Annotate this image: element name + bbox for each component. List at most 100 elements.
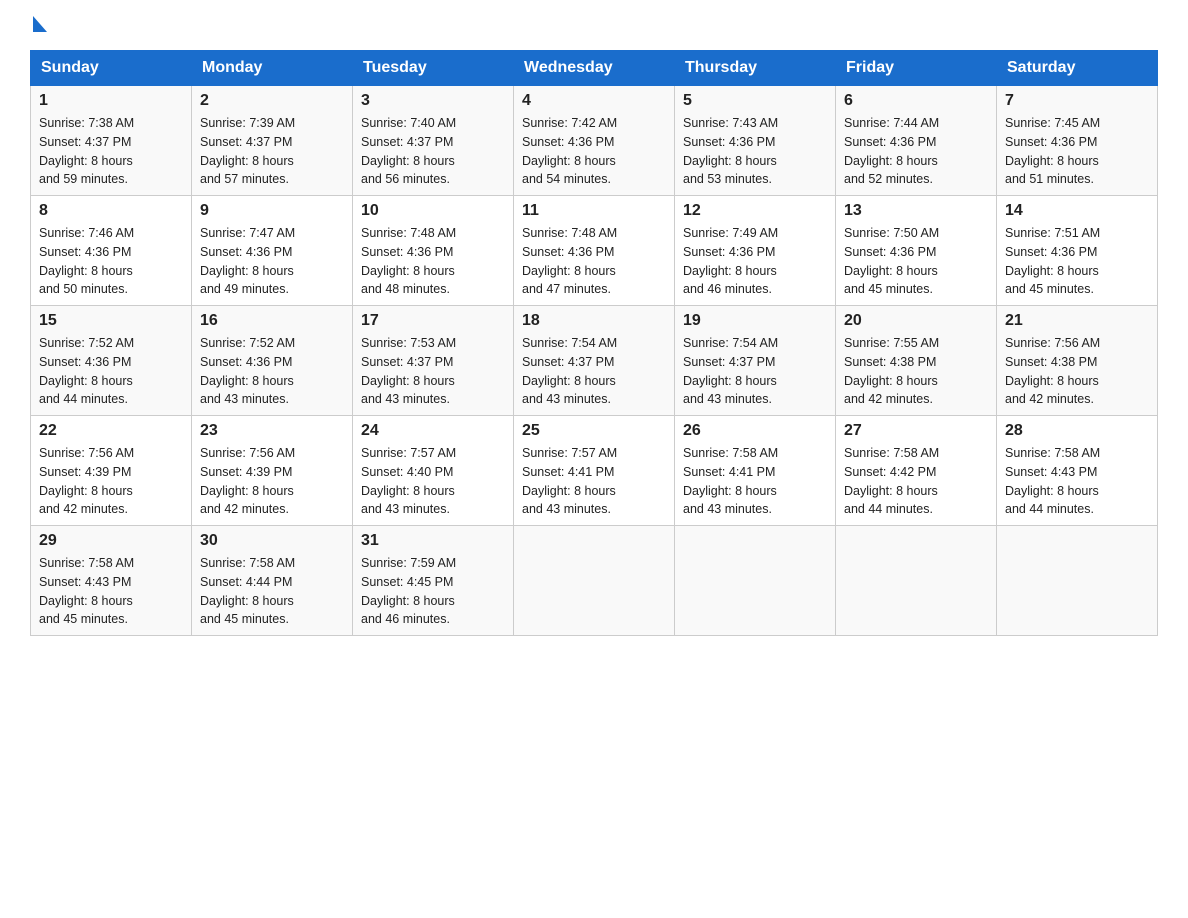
- day-info: Sunrise: 7:40 AMSunset: 4:37 PMDaylight:…: [361, 114, 505, 189]
- day-number: 25: [522, 422, 666, 440]
- day-number: 2: [200, 92, 344, 110]
- calendar-week-row: 15 Sunrise: 7:52 AMSunset: 4:36 PMDayligh…: [31, 306, 1158, 416]
- day-info: Sunrise: 7:58 AMSunset: 4:41 PMDaylight:…: [683, 444, 827, 519]
- day-info: Sunrise: 7:56 AMSunset: 4:39 PMDaylight:…: [200, 444, 344, 519]
- day-number: 5: [683, 92, 827, 110]
- day-info: Sunrise: 7:50 AMSunset: 4:36 PMDaylight:…: [844, 224, 988, 299]
- logo-line1: [30, 20, 47, 36]
- calendar-cell: 22 Sunrise: 7:56 AMSunset: 4:39 PMDayligh…: [31, 416, 192, 526]
- calendar-cell: [997, 526, 1158, 636]
- day-number: 18: [522, 312, 666, 330]
- day-number: 4: [522, 92, 666, 110]
- calendar-cell: 28 Sunrise: 7:58 AMSunset: 4:43 PMDayligh…: [997, 416, 1158, 526]
- calendar-cell: 30 Sunrise: 7:58 AMSunset: 4:44 PMDayligh…: [192, 526, 353, 636]
- calendar-cell: 26 Sunrise: 7:58 AMSunset: 4:41 PMDayligh…: [675, 416, 836, 526]
- day-number: 6: [844, 92, 988, 110]
- day-info: Sunrise: 7:39 AMSunset: 4:37 PMDaylight:…: [200, 114, 344, 189]
- day-info: Sunrise: 7:56 AMSunset: 4:38 PMDaylight:…: [1005, 334, 1149, 409]
- day-number: 14: [1005, 202, 1149, 220]
- day-number: 27: [844, 422, 988, 440]
- calendar-header-row: SundayMondayTuesdayWednesdayThursdayFrid…: [31, 51, 1158, 86]
- day-info: Sunrise: 7:49 AMSunset: 4:36 PMDaylight:…: [683, 224, 827, 299]
- day-info: Sunrise: 7:47 AMSunset: 4:36 PMDaylight:…: [200, 224, 344, 299]
- day-number: 20: [844, 312, 988, 330]
- day-info: Sunrise: 7:52 AMSunset: 4:36 PMDaylight:…: [39, 334, 183, 409]
- day-number: 8: [39, 202, 183, 220]
- day-info: Sunrise: 7:58 AMSunset: 4:44 PMDaylight:…: [200, 554, 344, 629]
- header-friday: Friday: [836, 51, 997, 86]
- day-info: Sunrise: 7:46 AMSunset: 4:36 PMDaylight:…: [39, 224, 183, 299]
- day-number: 31: [361, 532, 505, 550]
- calendar-week-row: 29Sunrise: 7:58 AMSunset: 4:43 PMDayligh…: [31, 526, 1158, 636]
- day-number: 7: [1005, 92, 1149, 110]
- header-monday: Monday: [192, 51, 353, 86]
- day-info: Sunrise: 7:56 AMSunset: 4:39 PMDaylight:…: [39, 444, 183, 519]
- day-info: Sunrise: 7:52 AMSunset: 4:36 PMDaylight:…: [200, 334, 344, 409]
- calendar-cell: 6 Sunrise: 7:44 AMSunset: 4:36 PMDaylight…: [836, 86, 997, 196]
- calendar-cell: 15 Sunrise: 7:52 AMSunset: 4:36 PMDayligh…: [31, 306, 192, 416]
- day-number: 16: [200, 312, 344, 330]
- calendar-cell: 20 Sunrise: 7:55 AMSunset: 4:38 PMDayligh…: [836, 306, 997, 416]
- calendar-cell: 25 Sunrise: 7:57 AMSunset: 4:41 PMDayligh…: [514, 416, 675, 526]
- day-info: Sunrise: 7:58 AMSunset: 4:42 PMDaylight:…: [844, 444, 988, 519]
- day-number: 13: [844, 202, 988, 220]
- day-info: Sunrise: 7:45 AMSunset: 4:36 PMDaylight:…: [1005, 114, 1149, 189]
- day-info: Sunrise: 7:54 AMSunset: 4:37 PMDaylight:…: [683, 334, 827, 409]
- day-number: 22: [39, 422, 183, 440]
- day-number: 30: [200, 532, 344, 550]
- header-saturday: Saturday: [997, 51, 1158, 86]
- calendar-cell: 27 Sunrise: 7:58 AMSunset: 4:42 PMDayligh…: [836, 416, 997, 526]
- calendar-cell: [836, 526, 997, 636]
- calendar-cell: 8 Sunrise: 7:46 AMSunset: 4:36 PMDaylight…: [31, 196, 192, 306]
- day-number: 26: [683, 422, 827, 440]
- day-number: 11: [522, 202, 666, 220]
- calendar-cell: 24 Sunrise: 7:57 AMSunset: 4:40 PMDayligh…: [353, 416, 514, 526]
- day-info: Sunrise: 7:57 AMSunset: 4:41 PMDaylight:…: [522, 444, 666, 519]
- logo: [30, 20, 47, 30]
- day-info: Sunrise: 7:59 AMSunset: 4:45 PMDaylight:…: [361, 554, 505, 629]
- day-number: 28: [1005, 422, 1149, 440]
- day-number: 24: [361, 422, 505, 440]
- day-number: 17: [361, 312, 505, 330]
- calendar-cell: 17 Sunrise: 7:53 AMSunset: 4:37 PMDayligh…: [353, 306, 514, 416]
- calendar-cell: 1Sunrise: 7:38 AMSunset: 4:37 PMDaylight…: [31, 86, 192, 196]
- day-info: Sunrise: 7:57 AMSunset: 4:40 PMDaylight:…: [361, 444, 505, 519]
- day-info: Sunrise: 7:48 AMSunset: 4:36 PMDaylight:…: [522, 224, 666, 299]
- calendar-week-row: 8 Sunrise: 7:46 AMSunset: 4:36 PMDaylight…: [31, 196, 1158, 306]
- day-info: Sunrise: 7:53 AMSunset: 4:37 PMDaylight:…: [361, 334, 505, 409]
- day-info: Sunrise: 7:44 AMSunset: 4:36 PMDaylight:…: [844, 114, 988, 189]
- day-number: 21: [1005, 312, 1149, 330]
- day-number: 15: [39, 312, 183, 330]
- calendar-week-row: 22 Sunrise: 7:56 AMSunset: 4:39 PMDayligh…: [31, 416, 1158, 526]
- calendar-cell: 19Sunrise: 7:54 AMSunset: 4:37 PMDayligh…: [675, 306, 836, 416]
- calendar-cell: 9 Sunrise: 7:47 AMSunset: 4:36 PMDaylight…: [192, 196, 353, 306]
- day-number: 9: [200, 202, 344, 220]
- day-number: 29: [39, 532, 183, 550]
- calendar-table: SundayMondayTuesdayWednesdayThursdayFrid…: [30, 50, 1158, 636]
- calendar-cell: 12 Sunrise: 7:49 AMSunset: 4:36 PMDayligh…: [675, 196, 836, 306]
- calendar-cell: 29Sunrise: 7:58 AMSunset: 4:43 PMDayligh…: [31, 526, 192, 636]
- calendar-cell: 18 Sunrise: 7:54 AMSunset: 4:37 PMDayligh…: [514, 306, 675, 416]
- day-number: 12: [683, 202, 827, 220]
- calendar-cell: [514, 526, 675, 636]
- calendar-cell: 14 Sunrise: 7:51 AMSunset: 4:36 PMDayligh…: [997, 196, 1158, 306]
- calendar-cell: [675, 526, 836, 636]
- calendar-cell: 4 Sunrise: 7:42 AMSunset: 4:36 PMDaylight…: [514, 86, 675, 196]
- calendar-cell: 16 Sunrise: 7:52 AMSunset: 4:36 PMDayligh…: [192, 306, 353, 416]
- calendar-cell: 3Sunrise: 7:40 AMSunset: 4:37 PMDaylight…: [353, 86, 514, 196]
- calendar-cell: 23 Sunrise: 7:56 AMSunset: 4:39 PMDayligh…: [192, 416, 353, 526]
- header-wednesday: Wednesday: [514, 51, 675, 86]
- calendar-cell: 21 Sunrise: 7:56 AMSunset: 4:38 PMDayligh…: [997, 306, 1158, 416]
- day-info: Sunrise: 7:51 AMSunset: 4:36 PMDaylight:…: [1005, 224, 1149, 299]
- day-number: 23: [200, 422, 344, 440]
- day-info: Sunrise: 7:38 AMSunset: 4:37 PMDaylight:…: [39, 114, 183, 189]
- calendar-cell: 31 Sunrise: 7:59 AMSunset: 4:45 PMDayligh…: [353, 526, 514, 636]
- day-info: Sunrise: 7:48 AMSunset: 4:36 PMDaylight:…: [361, 224, 505, 299]
- header-sunday: Sunday: [31, 51, 192, 86]
- day-info: Sunrise: 7:58 AMSunset: 4:43 PMDaylight:…: [1005, 444, 1149, 519]
- day-number: 10: [361, 202, 505, 220]
- page-header: [30, 20, 1158, 30]
- day-info: Sunrise: 7:54 AMSunset: 4:37 PMDaylight:…: [522, 334, 666, 409]
- day-info: Sunrise: 7:55 AMSunset: 4:38 PMDaylight:…: [844, 334, 988, 409]
- day-info: Sunrise: 7:42 AMSunset: 4:36 PMDaylight:…: [522, 114, 666, 189]
